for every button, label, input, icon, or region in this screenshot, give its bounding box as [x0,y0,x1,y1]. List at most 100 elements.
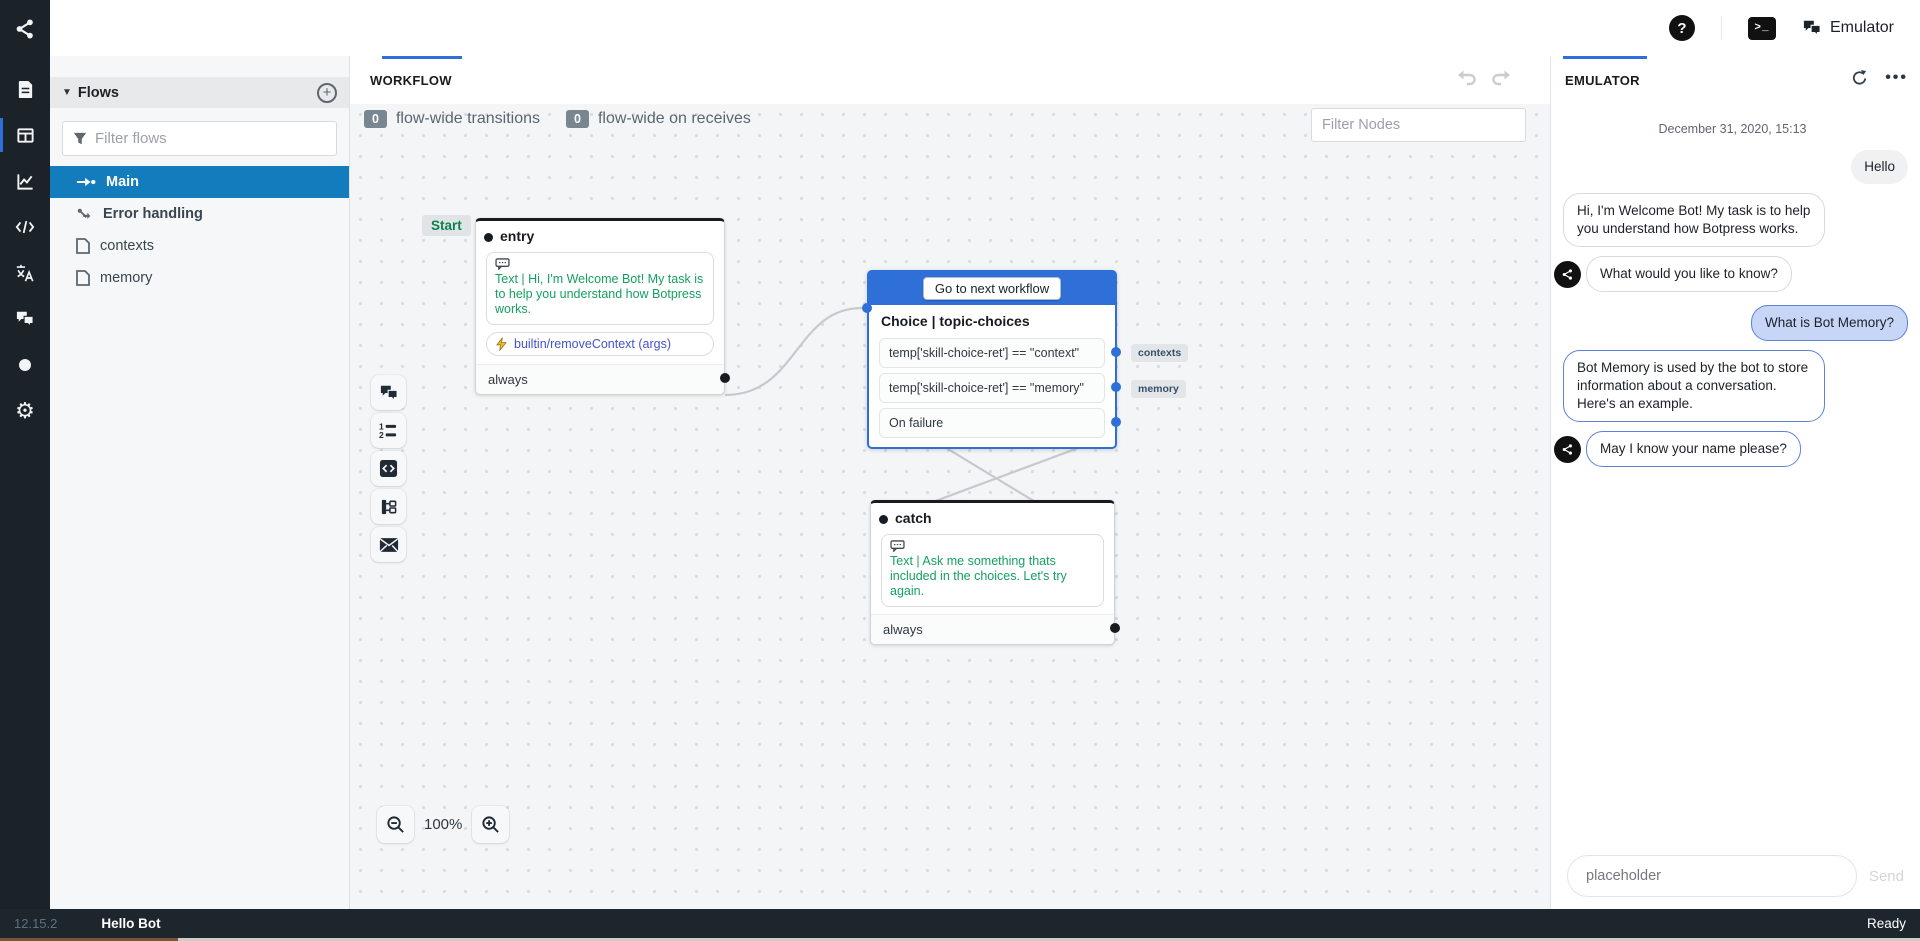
flow-item-main[interactable]: Main [50,166,349,198]
chat-message: Hi, I'm Welcome Bot! My task is to help … [1557,193,1908,247]
numbered-list-icon[interactable]: 12 [371,413,406,448]
document-icon [76,238,90,254]
node-title: Choice | topic-choices [869,305,1115,333]
flow-wide-transitions[interactable]: 0 flow-wide transitions [364,110,540,128]
text-bubble-icon [890,540,905,552]
emulator-toggle-label: Emulator [1830,19,1894,37]
chat-icon [1802,19,1822,37]
document-icon [76,270,90,286]
active-tab-indicator [382,56,462,59]
node-topic-choices[interactable]: Go to next workflow Choice | topic-choic… [867,270,1117,449]
condition-row-memory[interactable]: temp['skill-choice-ret'] == "memory" [879,373,1105,403]
flow-item-memory[interactable]: memory [50,262,349,294]
output-port[interactable] [1111,382,1121,392]
filter-nodes-input[interactable] [1311,108,1526,142]
output-port[interactable] [1111,417,1121,427]
condition-row-on-failure[interactable]: On failure [879,408,1105,438]
add-flow-button[interactable]: + [317,83,337,103]
reset-conversation-icon[interactable] [1850,68,1869,87]
svg-text:2: 2 [379,430,384,440]
flow-wide-on-receives[interactable]: 0 flow-wide on receives [566,110,751,128]
botpress-logo[interactable] [0,6,50,52]
filter-flows-input[interactable] [95,130,326,147]
version-label: 12.15.2 [14,916,57,931]
collapse-caret-icon: ▼ [62,87,72,98]
chat-message: What would you like to know? [1557,256,1908,292]
link-badge-memory[interactable]: memory [1131,380,1186,398]
output-port[interactable] [1111,347,1121,357]
catch-transition-always[interactable]: always [871,614,1114,644]
entry-text-content[interactable]: Text | Hi, I'm Welcome Bot! My task is t… [486,252,714,325]
terminal-icon[interactable]: >_ [1748,17,1776,40]
bot-message-bubble-highlighted: Bot Memory is used by the bot to store i… [1563,350,1825,422]
bot-message-bubble-highlighted: May I know your name please? [1586,431,1801,467]
go-to-next-workflow-button[interactable]: Go to next workflow [923,277,1061,300]
node-title: catch [871,503,1114,530]
emulator-panel: EMULATOR ••• December 31, 2020, 15:13 He… [1550,56,1920,909]
emulator-toggle-button[interactable]: Emulator [1802,19,1894,37]
workflow-tab[interactable]: WORKFLOW [370,73,452,88]
node-entry[interactable]: entry Text | Hi, I'm Welcome Bot! My tas… [475,218,725,395]
output-port[interactable] [1110,623,1120,633]
flow-item-label: memory [100,270,152,286]
entry-transition-always[interactable]: always [476,364,724,394]
left-icon-rail: ⚙ [0,0,50,909]
input-port[interactable] [879,515,888,524]
output-port[interactable] [720,373,730,383]
status-dot-icon[interactable] [0,342,50,388]
user-message-bubble-highlighted: What is Bot Memory? [1751,305,1908,341]
content-icon[interactable] [0,66,50,112]
bot-message-bubble: What would you like to know? [1586,256,1792,292]
active-tab-indicator [1563,56,1647,59]
flow-item-contexts[interactable]: contexts [50,230,349,262]
chat-message: Bot Memory is used by the bot to store i… [1557,350,1908,422]
settings-gear-icon[interactable]: ⚙ [0,388,50,434]
node-catch[interactable]: catch Text | Ask me something thats incl… [870,500,1115,645]
flows-icon[interactable] [0,112,50,158]
input-port[interactable] [484,233,493,242]
chat-message-input[interactable] [1567,855,1857,897]
text-bubble-icon [495,258,510,270]
say-something-icon[interactable] [371,375,406,410]
conversation-date: December 31, 2020, 15:13 [1557,122,1908,136]
bot-avatar [1554,436,1581,463]
split-icon[interactable] [371,489,406,524]
start-badge: Start [422,215,471,236]
execute-code-icon[interactable] [371,451,406,486]
undo-icon[interactable] [1456,68,1478,88]
flows-panel-title: Flows [78,85,317,101]
user-message-bubble: Hello [1851,150,1908,184]
zoom-in-icon[interactable] [472,806,509,843]
email-icon[interactable] [371,527,406,562]
flow-wide-receives-label: flow-wide on receives [598,110,751,128]
emulator-tab[interactable]: EMULATOR [1565,73,1640,88]
node-title: entry [476,221,724,248]
share-icon [1561,268,1574,281]
send-button[interactable]: Send [1869,868,1904,885]
more-options-icon[interactable]: ••• [1885,69,1908,87]
redo-icon[interactable] [1490,68,1512,88]
bot-avatar [1554,261,1581,288]
translate-icon[interactable] [0,250,50,296]
count-badge: 0 [566,110,589,128]
flows-header[interactable]: ▼ Flows + [50,77,349,108]
flow-canvas[interactable]: 0 flow-wide transitions 0 flow-wide on r… [350,104,1550,909]
help-icon[interactable]: ? [1669,15,1695,41]
catch-text-content[interactable]: Text | Ask me something thats included i… [881,534,1104,607]
link-badge-contexts[interactable]: contexts [1131,344,1188,362]
share-icon [1561,443,1574,456]
ready-status: Ready [1867,916,1906,931]
bot-name[interactable]: Hello Bot [101,916,160,931]
divider [1721,16,1722,40]
code-editor-icon[interactable] [0,204,50,250]
chat-message: Hello [1557,150,1908,184]
emulator-chat-area[interactable]: December 31, 2020, 15:13 Hello Hi, I'm W… [1551,104,1920,843]
condition-row-context[interactable]: temp['skill-choice-ret'] == "context" [879,338,1105,368]
analytics-icon[interactable] [0,158,50,204]
flow-item-error-handling[interactable]: Error handling [50,198,349,230]
entry-action[interactable]: builtin/removeContext (args) [486,332,714,356]
hitl-chat-icon[interactable] [0,296,50,342]
zoom-out-icon[interactable] [377,806,414,843]
input-port[interactable] [862,303,872,313]
flows-panel: ▼ Flows + Main Error handling contexts m… [50,56,350,909]
